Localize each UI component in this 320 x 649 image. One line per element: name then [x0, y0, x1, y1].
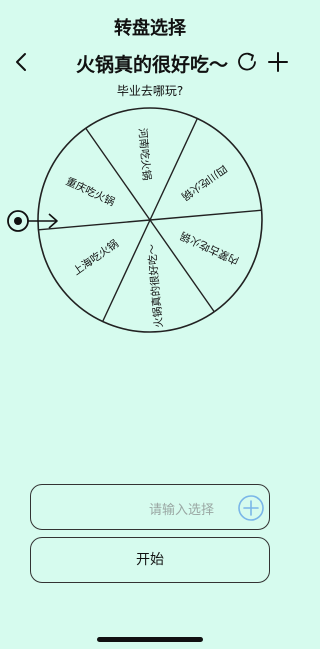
wheel-divider [102, 219, 151, 322]
wheel-divider [149, 209, 262, 221]
plus-circle-icon[interactable] [237, 494, 265, 522]
page-title: 转盘选择 [114, 18, 186, 39]
choice-input[interactable]: 请输入选择 [30, 484, 270, 530]
wheel-segment-label: 重庆吃火锅 [64, 175, 117, 209]
home-indicator [97, 637, 203, 642]
back-chevron-icon[interactable] [8, 48, 36, 76]
wheel-divider [149, 118, 198, 221]
wheel-segment-label: 内蒙古吃火锅 [178, 229, 241, 267]
start-button[interactable]: 开始 [30, 537, 270, 583]
add-icon[interactable] [265, 49, 291, 75]
wheel-name: 火锅真的很好吃～ [76, 54, 229, 76]
wheel-segment-label: 上海吃火锅 [70, 237, 120, 278]
wheel-question: 毕业去哪玩? [116, 84, 184, 98]
wheel-segment-label: 火锅真的很好吃～ [145, 243, 165, 328]
choice-input-placeholder: 请输入选择 [149, 503, 215, 518]
nav-bar: 火锅真的很好吃～ [0, 44, 300, 80]
refresh-icon[interactable] [234, 49, 260, 75]
pointer-icon [7, 210, 58, 232]
spin-wheel[interactable]: 河南吃火锅四川吃火锅内蒙古吃火锅火锅真的很好吃～ 上海吃火锅 重庆吃火锅 [0, 100, 300, 350]
wheel-labels: 河南吃火锅四川吃火锅内蒙古吃火锅火锅真的很好吃～ 上海吃火锅 重庆吃火锅 [64, 127, 241, 328]
wheel-segment-label: 河南吃火锅 [136, 127, 154, 180]
wheel-segment-label: 四川吃火锅 [179, 162, 229, 203]
